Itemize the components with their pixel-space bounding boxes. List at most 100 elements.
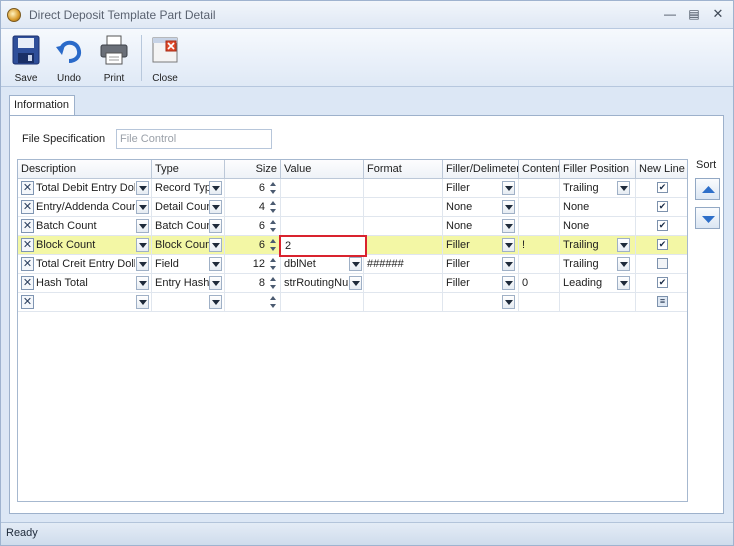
delete-row-icon[interactable]: ✕: [21, 295, 34, 309]
cell-filler[interactable]: None: [443, 217, 519, 236]
new-line-checkbox[interactable]: ✔: [657, 220, 668, 231]
cell-description[interactable]: ✕ Entry/Addenda Cour: [18, 198, 152, 217]
cell-format[interactable]: [364, 293, 443, 312]
cell-content[interactable]: [519, 198, 560, 217]
chevron-down-icon[interactable]: [349, 276, 362, 290]
new-row-icon[interactable]: ≡: [657, 296, 668, 307]
chevron-down-icon[interactable]: [136, 276, 149, 290]
cell-filler[interactable]: Filler: [443, 274, 519, 293]
save-button[interactable]: Save: [7, 33, 45, 85]
cell-new-line[interactable]: ✔: [636, 217, 687, 236]
chevron-down-icon[interactable]: [349, 257, 362, 271]
chevron-down-icon[interactable]: [617, 181, 630, 195]
spinner-icon[interactable]: [269, 238, 278, 253]
sort-down-button[interactable]: [695, 207, 720, 229]
chevron-down-icon[interactable]: [209, 295, 222, 309]
cell-content[interactable]: [519, 179, 560, 198]
cell-new-line[interactable]: ≡: [636, 293, 687, 312]
table-row[interactable]: ✕ Entry/Addenda Cour Detail Cour 4 None None ✔: [18, 198, 687, 217]
new-line-checkbox[interactable]: ✔: [657, 201, 668, 212]
chevron-down-icon[interactable]: [617, 257, 630, 271]
file-specification-input[interactable]: [116, 129, 272, 149]
close-button[interactable]: Close: [146, 33, 184, 85]
cell-format[interactable]: ######: [364, 255, 443, 274]
column-header-content[interactable]: Content: [519, 160, 560, 179]
column-header-position[interactable]: Filler Position: [560, 160, 636, 179]
delete-row-icon[interactable]: ✕: [21, 238, 34, 252]
cell-type[interactable]: Record Typ: [152, 179, 225, 198]
spinner-icon[interactable]: [269, 181, 278, 196]
table-row[interactable]: ✕ Total Creit Entry Doll Field 12 dblNet ####…: [18, 255, 687, 274]
cell-filler[interactable]: Filler: [443, 236, 519, 255]
cell-value[interactable]: dblNet: [281, 255, 364, 274]
cell-format[interactable]: [364, 274, 443, 293]
column-header-description[interactable]: Description: [18, 160, 152, 179]
cell-position[interactable]: Leading: [560, 274, 636, 293]
cell-format[interactable]: [364, 236, 443, 255]
new-line-checkbox[interactable]: ✔: [657, 277, 668, 288]
column-header-new-line[interactable]: New Line: [636, 160, 687, 179]
cell-position[interactable]: Trailing: [560, 255, 636, 274]
table-row[interactable]: ✕ Total Debit Entry Dol Record Typ 6 Filler T…: [18, 179, 687, 198]
cell-position[interactable]: Trailing: [560, 179, 636, 198]
cell-filler[interactable]: Filler: [443, 179, 519, 198]
cell-content[interactable]: !: [519, 236, 560, 255]
cell-filler[interactable]: Filler: [443, 255, 519, 274]
new-line-checkbox[interactable]: ✔: [657, 239, 668, 250]
cell-position[interactable]: Trailing: [560, 236, 636, 255]
cell-size[interactable]: 6: [225, 217, 281, 236]
cell-value[interactable]: [281, 198, 364, 217]
chevron-down-icon[interactable]: [502, 238, 515, 252]
cell-description[interactable]: ✕ Block Count: [18, 236, 152, 255]
cell-format[interactable]: [364, 198, 443, 217]
cell-size[interactable]: 4: [225, 198, 281, 217]
cell-new-line[interactable]: ✔: [636, 198, 687, 217]
cell-description[interactable]: ✕ Batch Count: [18, 217, 152, 236]
delete-row-icon[interactable]: ✕: [21, 257, 34, 271]
delete-row-icon[interactable]: ✕: [21, 219, 34, 233]
chevron-down-icon[interactable]: [617, 276, 630, 290]
cell-type[interactable]: [152, 293, 225, 312]
cell-size[interactable]: 6: [225, 179, 281, 198]
delete-row-icon[interactable]: ✕: [21, 276, 34, 290]
column-header-type[interactable]: Type: [152, 160, 225, 179]
tab-information[interactable]: Information: [9, 95, 75, 116]
cell-type[interactable]: Entry Hash: [152, 274, 225, 293]
value-edit-input[interactable]: 2: [279, 235, 367, 257]
delete-row-icon[interactable]: ✕: [21, 181, 34, 195]
chevron-down-icon[interactable]: [136, 295, 149, 309]
cell-position[interactable]: [560, 293, 636, 312]
sort-up-button[interactable]: [695, 178, 720, 200]
spinner-icon[interactable]: [269, 257, 278, 272]
chevron-down-icon[interactable]: [209, 200, 222, 214]
undo-button[interactable]: Undo: [50, 33, 88, 85]
chevron-down-icon[interactable]: [617, 238, 630, 252]
chevron-down-icon[interactable]: [502, 257, 515, 271]
column-header-value[interactable]: Value: [281, 160, 364, 179]
chevron-down-icon[interactable]: [502, 181, 515, 195]
chevron-down-icon[interactable]: [136, 257, 149, 271]
chevron-down-icon[interactable]: [209, 238, 222, 252]
cell-description[interactable]: ✕ Hash Total: [18, 274, 152, 293]
chevron-down-icon[interactable]: [136, 219, 149, 233]
delete-row-icon[interactable]: ✕: [21, 200, 34, 214]
chevron-down-icon[interactable]: [502, 200, 515, 214]
spinner-icon[interactable]: [269, 276, 278, 291]
table-row[interactable]: ✕ Hash Total Entry Hash 8 strRoutingNu Filler…: [18, 274, 687, 293]
column-header-format[interactable]: Format: [364, 160, 443, 179]
new-line-checkbox[interactable]: [657, 258, 668, 269]
cell-size[interactable]: [225, 293, 281, 312]
cell-new-line[interactable]: ✔: [636, 274, 687, 293]
cell-description[interactable]: ✕: [18, 293, 152, 312]
chevron-down-icon[interactable]: [136, 200, 149, 214]
cell-description[interactable]: ✕ Total Creit Entry Doll: [18, 255, 152, 274]
cell-new-line[interactable]: ✔: [636, 179, 687, 198]
cell-format[interactable]: [364, 217, 443, 236]
cell-content[interactable]: [519, 217, 560, 236]
chevron-down-icon[interactable]: [209, 219, 222, 233]
spinner-icon[interactable]: [269, 295, 278, 310]
cell-position[interactable]: None: [560, 198, 636, 217]
column-header-size[interactable]: Size: [225, 160, 281, 179]
cell-value[interactable]: strRoutingNu: [281, 274, 364, 293]
cell-new-line[interactable]: [636, 255, 687, 274]
